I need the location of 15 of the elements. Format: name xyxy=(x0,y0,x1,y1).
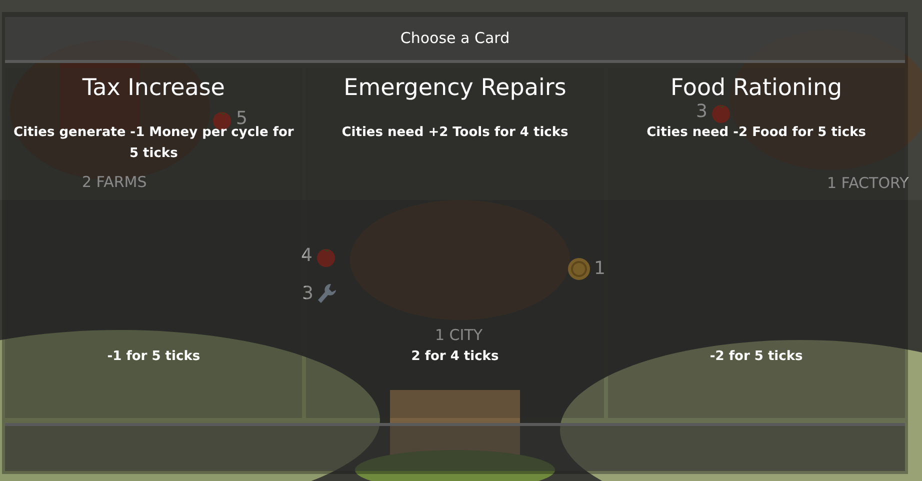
wrench-icon xyxy=(315,282,338,306)
card-effect: -1 for 5 ticks xyxy=(107,348,200,366)
card-title: Food Rationing xyxy=(670,74,842,103)
card-title: Emergency Repairs xyxy=(344,74,566,103)
card-title: Tax Increase xyxy=(82,74,225,103)
resource-amount: 3 xyxy=(696,100,708,124)
board-label: 1 CITY xyxy=(435,325,483,346)
card-effect: 2 for 4 ticks xyxy=(411,348,499,366)
card-description: Cities need -2 Food for 5 ticks xyxy=(646,124,866,142)
card-description: Cities need +2 Tools for 4 ticks xyxy=(342,124,568,142)
coin-icon xyxy=(566,256,592,282)
board-label: 2 FARMS xyxy=(82,172,147,193)
resource-amount: 1 xyxy=(594,257,606,281)
dialog-title: Choose a Card xyxy=(400,28,510,50)
card-effect: -2 for 5 ticks xyxy=(710,348,803,366)
